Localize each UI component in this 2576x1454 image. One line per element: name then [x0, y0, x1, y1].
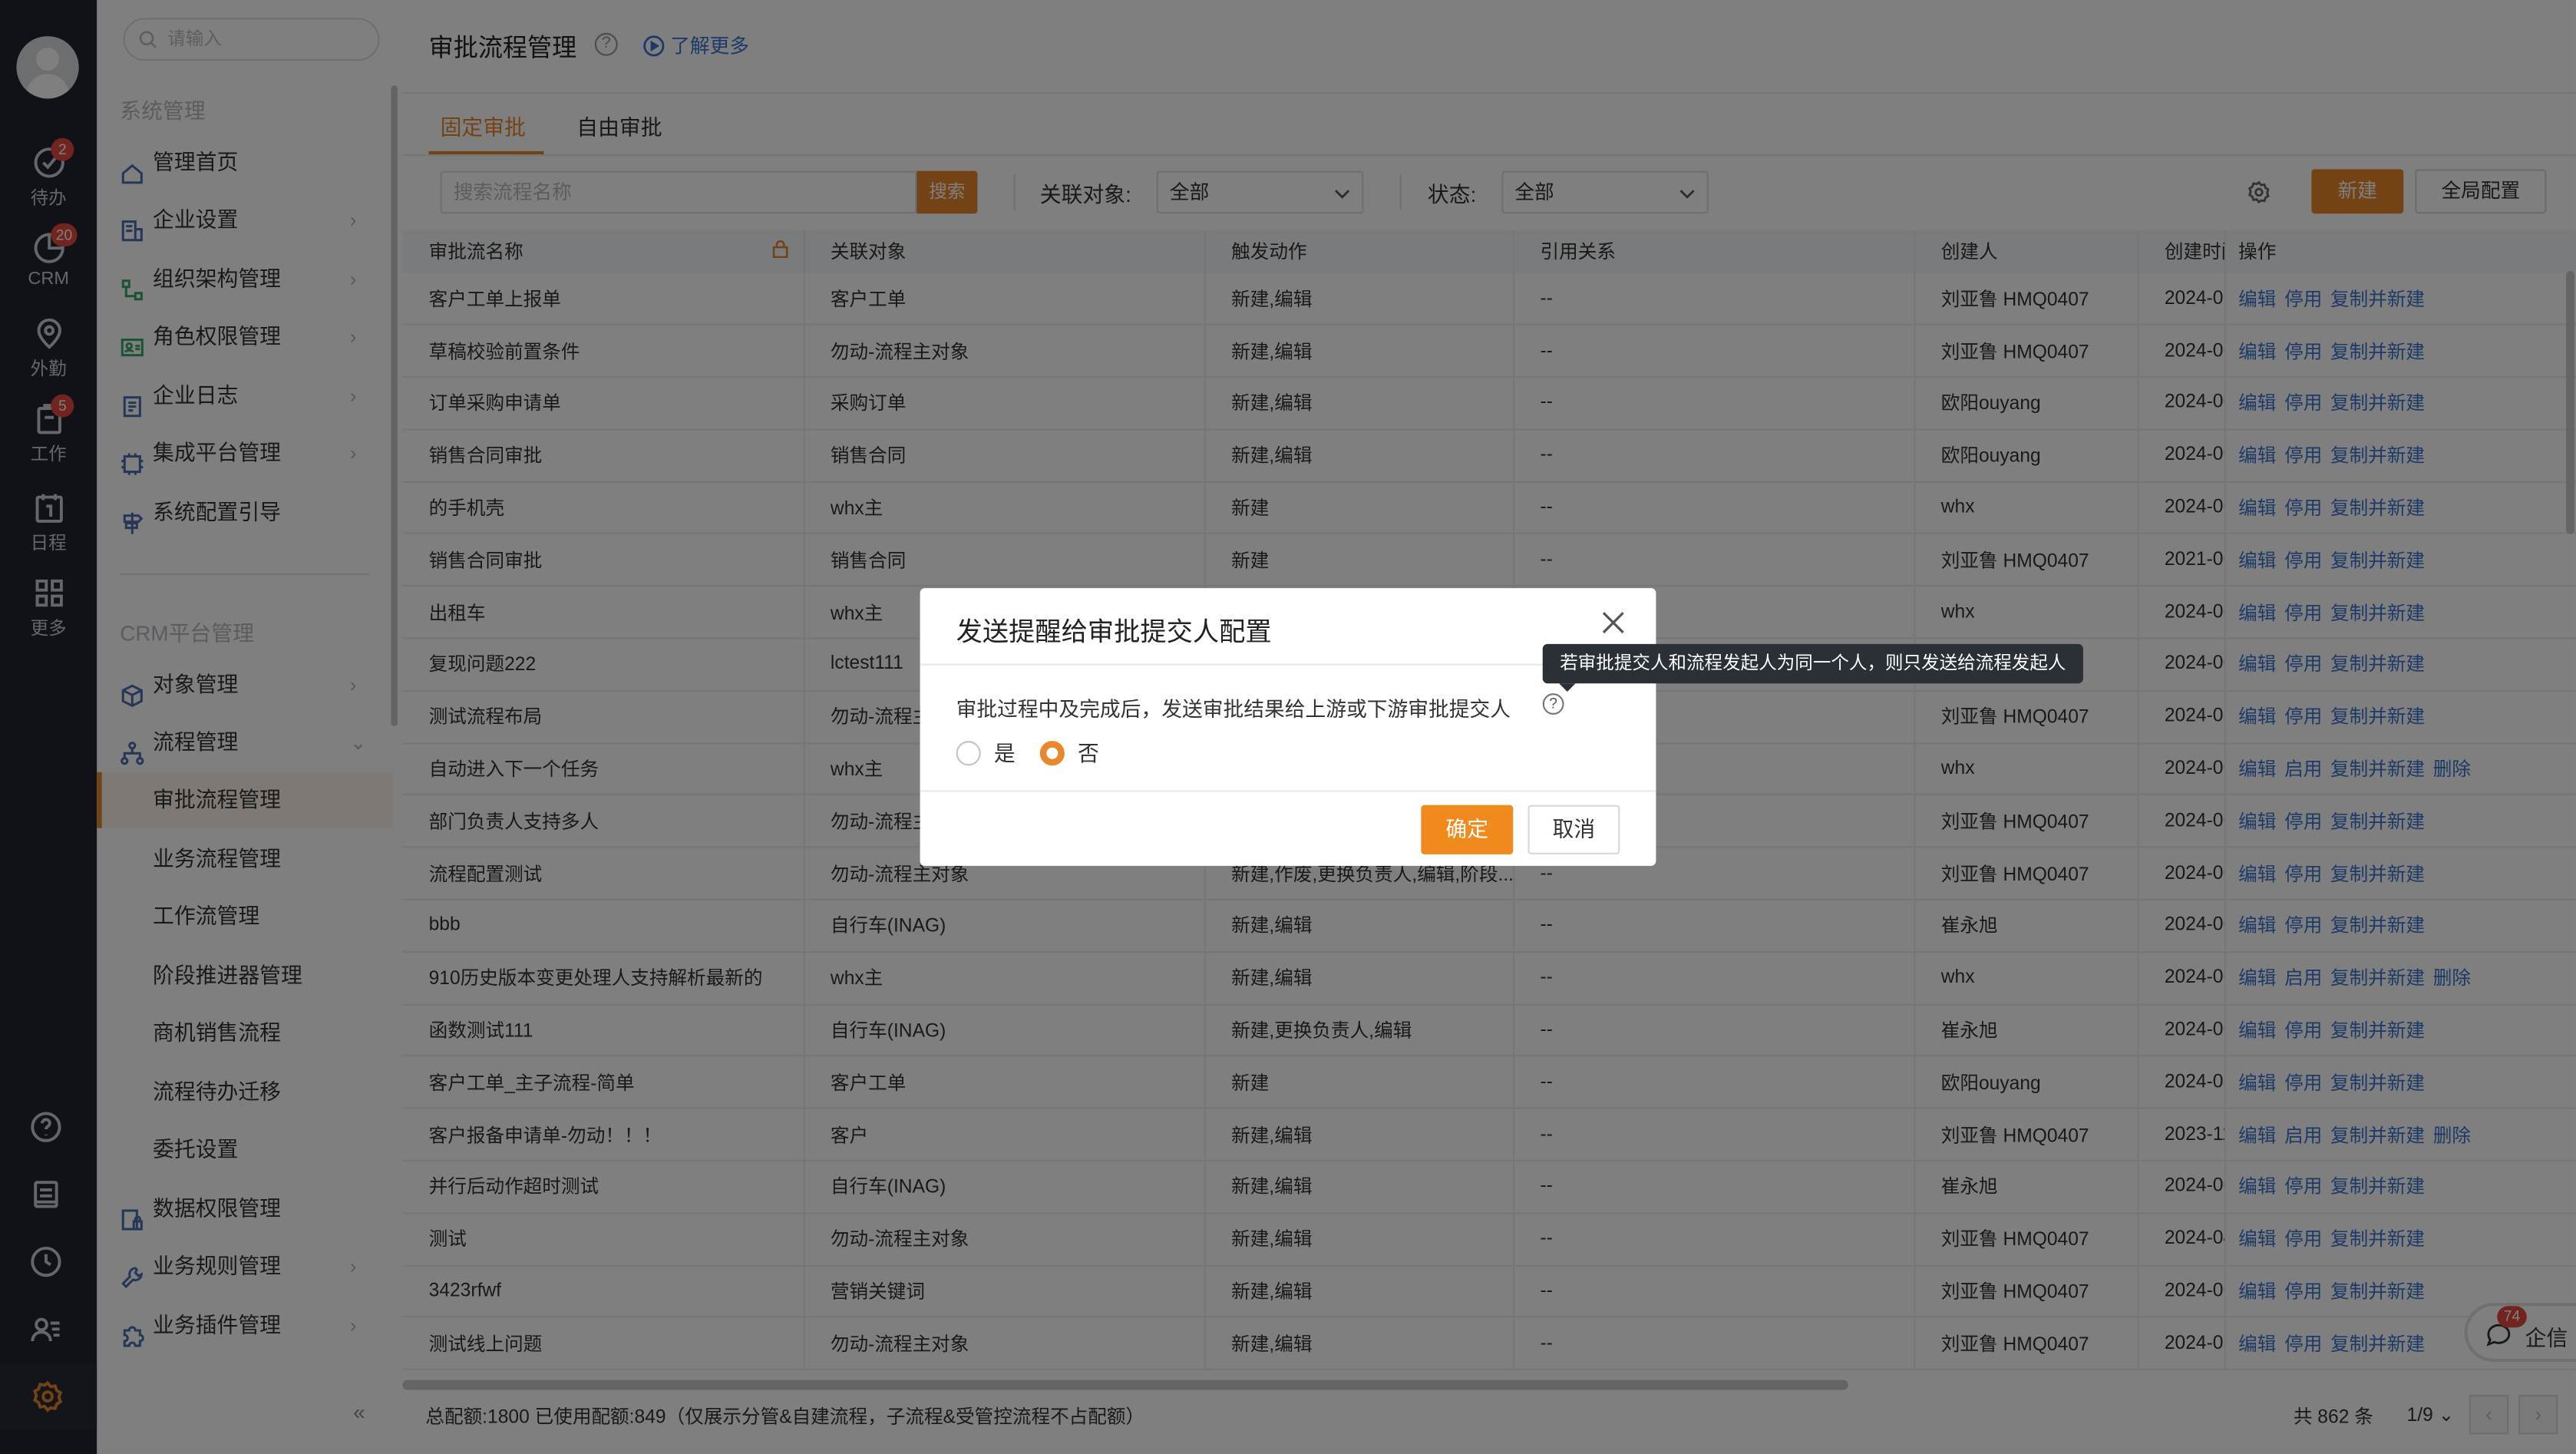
dialog-question: 审批过程中及完成后，发送审批结果给上游或下游审批提交人: [956, 698, 1511, 722]
radio-circle: [956, 741, 981, 766]
dialog-footer-divider: [920, 790, 1656, 792]
radio-yes[interactable]: 是: [956, 736, 1016, 768]
confirm-button[interactable]: 确定: [1421, 805, 1514, 854]
dialog-title: 发送提醒给审批提交人配置: [956, 619, 1272, 648]
radio-yes-label: 是: [993, 741, 1016, 766]
radio-no-label: 否: [1078, 741, 1099, 766]
cancel-button[interactable]: 取消: [1527, 805, 1620, 854]
reminder-config-dialog: 发送提醒给审批提交人配置 审批过程中及完成后，发送审批结果给上游或下游审批提交人…: [920, 588, 1656, 866]
radio-no[interactable]: 否: [1039, 736, 1099, 768]
help-tooltip: 若审批提交人和流程发起人为同一个人，则只发送给流程发起人: [1542, 643, 2083, 692]
radio-circle-checked: [1039, 741, 1065, 766]
close-icon[interactable]: [1599, 608, 1629, 638]
